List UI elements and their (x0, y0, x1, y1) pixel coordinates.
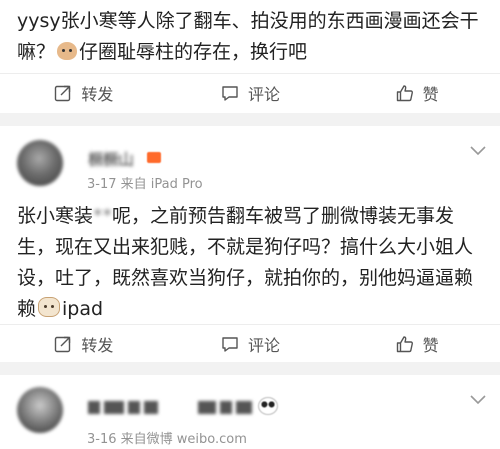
avatar[interactable] (17, 387, 63, 433)
repost-button[interactable]: 转发 (0, 81, 167, 105)
like-button[interactable]: 赞 (333, 81, 500, 105)
comment-button[interactable]: 评论 (167, 332, 334, 356)
repost-icon (55, 336, 71, 353)
chevron-down-icon[interactable] (470, 395, 486, 405)
repost-button[interactable]: 转发 (0, 332, 167, 356)
username[interactable]: 橛橛山 (88, 146, 134, 170)
action-bar: 转发 评论 赞 (0, 73, 500, 112)
comment-card-2: 橛橛山 3-17 来自 iPad Pro 张小寒装**呢，之前预告翻车被骂了删微… (0, 126, 500, 362)
comment-text: 张小寒装**呢，之前预告翻车被骂了删微博装无事发生，现在又出来犯贱，不就是狗仔吗… (17, 201, 486, 325)
like-button[interactable]: 赞 (333, 332, 500, 356)
comment-button[interactable]: 评论 (167, 81, 334, 105)
comment-text-tail: ipad (62, 298, 104, 320)
username-censored[interactable] (88, 399, 278, 417)
cat-face-emoji-icon (38, 297, 61, 317)
comment-card-1: yysy张小寒等人除了翻车、拍没用的东西画漫画还会干嘛？ 仔圈耻辱柱的存在，换行吧… (0, 0, 500, 113)
avatar[interactable] (17, 140, 63, 186)
repost-icon (55, 85, 71, 102)
like-label: 赞 (422, 85, 439, 104)
comment-text-part-2: 仔圈耻辱柱的存在，换行吧 (79, 41, 308, 63)
comment-text: yysy张小寒等人除了翻车、拍没用的东西画漫画还会干嘛？ 仔圈耻辱柱的存在，换行吧 (17, 6, 486, 68)
repost-label: 转发 (81, 85, 114, 104)
member-badge-icon (147, 152, 161, 163)
repost-label: 转发 (81, 336, 114, 355)
censored-text: ** (93, 205, 113, 227)
post-meta: 3-16 来自微博 weibo.com (87, 432, 247, 447)
like-icon (396, 85, 413, 102)
comment-icon (222, 337, 238, 352)
action-bar: 转发 评论 赞 (0, 324, 500, 363)
comment-icon (222, 86, 238, 101)
comment-card-3: 3-16 来自微博 weibo.com (0, 375, 500, 449)
post-meta: 3-17 来自 iPad Pro (87, 177, 203, 192)
panda-emoji-icon (258, 397, 278, 415)
chevron-down-icon[interactable] (470, 146, 486, 156)
dog-face-emoji-icon (57, 42, 78, 60)
comment-text-part-1: 张小寒装 (17, 205, 94, 227)
like-label: 赞 (422, 336, 439, 355)
comment-label: 评论 (248, 336, 281, 355)
comment-label: 评论 (248, 85, 281, 104)
like-icon (396, 336, 413, 353)
